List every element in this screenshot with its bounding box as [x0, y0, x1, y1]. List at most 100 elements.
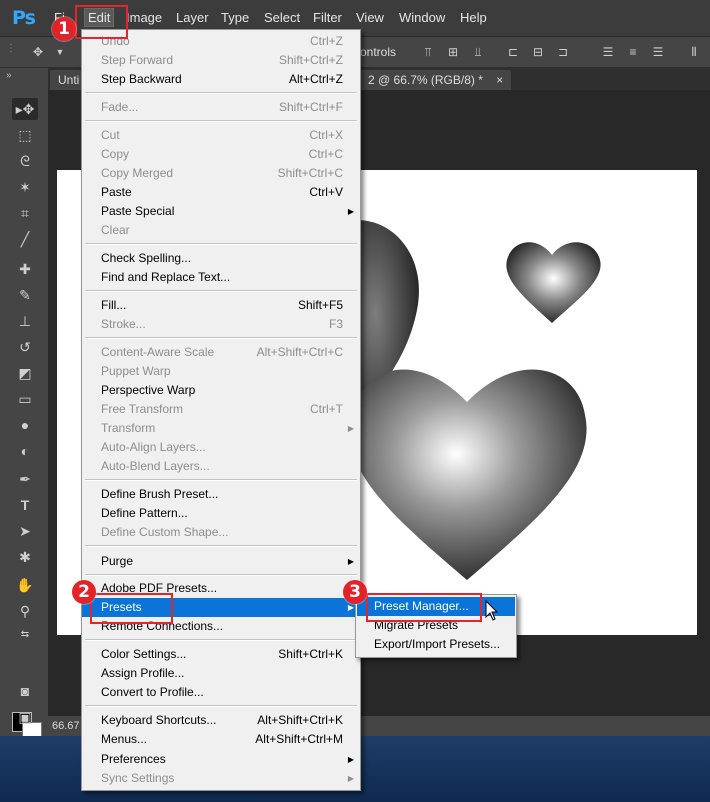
menu-separator	[85, 545, 357, 547]
submenu-item-export-import-presets[interactable]: Export/Import Presets...	[357, 635, 515, 654]
align-bottom-icon[interactable]: ⫫	[470, 45, 486, 59]
menu-item-color-settings[interactable]: Color Settings... Shift+Ctrl+K	[82, 645, 360, 664]
callout-badge-2: 2	[72, 580, 96, 604]
menu-item-menus[interactable]: Menus... Alt+Shift+Ctrl+M	[82, 730, 360, 749]
align-vcenter-icon[interactable]: ⊞	[445, 45, 461, 59]
distribute-bottom-icon[interactable]: ☰	[650, 45, 666, 59]
collapse-panel-icon[interactable]: »	[6, 70, 12, 81]
menu-item-puppet-warp[interactable]: Puppet Warp	[82, 362, 360, 381]
eraser-icon[interactable]: ◩	[12, 362, 38, 384]
menu-item-step-backward[interactable]: Step Backward Alt+Ctrl+Z	[82, 70, 360, 89]
menu-item-step-forward[interactable]: Step Forward Shift+Ctrl+Z	[82, 51, 360, 70]
move-tool-preset-icon[interactable]: ✥	[30, 45, 46, 59]
menu-item-define-brush[interactable]: Define Brush Preset...	[82, 485, 360, 504]
tab-active-document[interactable]: 2 @ 66.7% (RGB/8) * ×	[360, 70, 512, 90]
screen-mode-icon[interactable]: ▣	[12, 706, 38, 728]
menu-item-preferences[interactable]: Preferences ▶	[82, 750, 360, 769]
type-tool-icon[interactable]: T	[12, 494, 38, 516]
brush-tool-icon[interactable]: ✎	[12, 284, 38, 306]
chevron-down-icon[interactable]: ▼	[52, 45, 68, 59]
menu-type[interactable]: Type	[221, 10, 249, 25]
menu-item-convert-profile[interactable]: Convert to Profile...	[82, 683, 360, 702]
submenu-arrow-icon: ▶	[347, 557, 354, 566]
menu-item-cut[interactable]: Cut Ctrl+X	[82, 126, 360, 145]
menu-image[interactable]: Image	[126, 10, 162, 25]
callout-box-preset-manager	[366, 593, 482, 622]
quick-mask-icon[interactable]: ◙	[12, 680, 38, 702]
move-tool-icon[interactable]: ▸✥	[12, 98, 38, 120]
clone-stamp-icon[interactable]: ⊥	[12, 310, 38, 332]
menu-item-transform[interactable]: Transform ▶	[82, 419, 360, 438]
align-left-icon[interactable]: ⊏	[505, 45, 521, 59]
close-icon[interactable]: ×	[496, 73, 503, 87]
callout-badge-3: 3	[343, 580, 367, 604]
menu-item-define-custom-shape[interactable]: Define Custom Shape...	[82, 523, 360, 542]
menu-item-free-transform[interactable]: Free Transform Ctrl+T	[82, 400, 360, 419]
options-grip-icon: ⋮	[6, 43, 16, 54]
menu-item-copy-merged[interactable]: Copy Merged Shift+Ctrl+C	[82, 164, 360, 183]
submenu-arrow-icon: ▶	[347, 774, 354, 783]
crop-tool-icon[interactable]: ⌗	[12, 202, 38, 224]
submenu-arrow-icon: ▶	[347, 424, 354, 433]
menu-item-purge[interactable]: Purge ▶	[82, 552, 360, 571]
menu-item-auto-blend[interactable]: Auto-Blend Layers...	[82, 457, 360, 476]
menu-item-fade[interactable]: Fade... Shift+Ctrl+F	[82, 98, 360, 117]
menu-item-clear[interactable]: Clear	[82, 221, 360, 240]
dodge-tool-icon[interactable]: ◐	[12, 440, 38, 462]
distribute-vcenter-icon[interactable]: ≡	[625, 45, 641, 59]
pen-tool-icon[interactable]: ✒	[12, 468, 38, 490]
eyedropper-icon[interactable]: ╱	[12, 228, 38, 250]
custom-shape-icon[interactable]: ✱	[12, 546, 38, 568]
menu-item-content-aware-scale[interactable]: Content-Aware Scale Alt+Shift+Ctrl+C	[82, 343, 360, 362]
menu-help[interactable]: Help	[460, 10, 487, 25]
marquee-tool-icon[interactable]: ⬚	[12, 124, 38, 146]
menu-separator	[85, 92, 357, 94]
distribute-left-icon[interactable]: ⫴	[686, 45, 702, 59]
menu-separator	[85, 574, 357, 576]
menu-item-check-spelling[interactable]: Check Spelling...	[82, 249, 360, 268]
menu-item-auto-align[interactable]: Auto-Align Layers...	[82, 438, 360, 457]
menu-item-sync-settings[interactable]: Sync Settings ▶	[82, 769, 360, 788]
submenu-arrow-icon: ▶	[347, 207, 354, 216]
hand-tool-icon[interactable]: ✋	[12, 574, 38, 596]
menu-view[interactable]: View	[356, 10, 384, 25]
menu-item-define-pattern[interactable]: Define Pattern...	[82, 504, 360, 523]
zoom-tool-icon[interactable]: ⚲	[12, 600, 38, 622]
menu-item-paste-special[interactable]: Paste Special ▶	[82, 202, 360, 221]
distribute-top-icon[interactable]: ☰	[600, 45, 616, 59]
menu-layer[interactable]: Layer	[176, 10, 209, 25]
menu-separator	[85, 639, 357, 641]
lasso-tool-icon[interactable]: ᘓ	[12, 150, 38, 172]
menu-item-assign-profile[interactable]: Assign Profile...	[82, 664, 360, 683]
align-hcenter-icon[interactable]: ⊟	[530, 45, 546, 59]
menu-item-stroke[interactable]: Stroke... F3	[82, 315, 360, 334]
menu-item-perspective-warp[interactable]: Perspective Warp	[82, 381, 360, 400]
tab-active-title: 2 @ 66.7% (RGB/8) *	[368, 73, 483, 87]
path-selection-icon[interactable]: ➤	[12, 520, 38, 542]
tools-panel: » ▸✥ ⬚ ᘓ ✶ ⌗ ╱ ✚ ✎ ⊥ ↺ ◩ ▭ ● ◐ ✒ T ➤ ✱ ✋…	[0, 68, 49, 742]
menu-select[interactable]: Select	[264, 10, 300, 25]
menu-item-fill[interactable]: Fill... Shift+F5	[82, 296, 360, 315]
swap-colors-icon[interactable]: ⇆	[12, 624, 38, 646]
healing-brush-icon[interactable]: ✚	[12, 258, 38, 280]
magic-wand-icon[interactable]: ✶	[12, 176, 38, 198]
history-brush-icon[interactable]: ↺	[12, 336, 38, 358]
zoom-level[interactable]: 66.67	[52, 716, 80, 736]
menu-window[interactable]: Window	[399, 10, 445, 25]
menu-separator	[85, 479, 357, 481]
callout-box-edit	[75, 5, 128, 39]
menu-separator	[85, 290, 357, 292]
menu-separator	[85, 243, 357, 245]
callout-box-presets	[90, 593, 173, 624]
align-top-icon[interactable]: ⫪	[420, 45, 436, 59]
menu-filter[interactable]: Filter	[313, 10, 342, 25]
align-right-icon[interactable]: ⊐	[555, 45, 571, 59]
submenu-arrow-icon: ▶	[347, 755, 354, 764]
show-transform-controls-label[interactable]: ontrols	[360, 45, 396, 59]
menu-item-paste[interactable]: Paste Ctrl+V	[82, 183, 360, 202]
menu-item-find-replace[interactable]: Find and Replace Text...	[82, 268, 360, 287]
gradient-tool-icon[interactable]: ▭	[12, 388, 38, 410]
menu-item-keyboard-shortcuts[interactable]: Keyboard Shortcuts... Alt+Shift+Ctrl+K	[82, 711, 360, 730]
blur-tool-icon[interactable]: ●	[12, 414, 38, 436]
menu-item-copy[interactable]: Copy Ctrl+C	[82, 145, 360, 164]
